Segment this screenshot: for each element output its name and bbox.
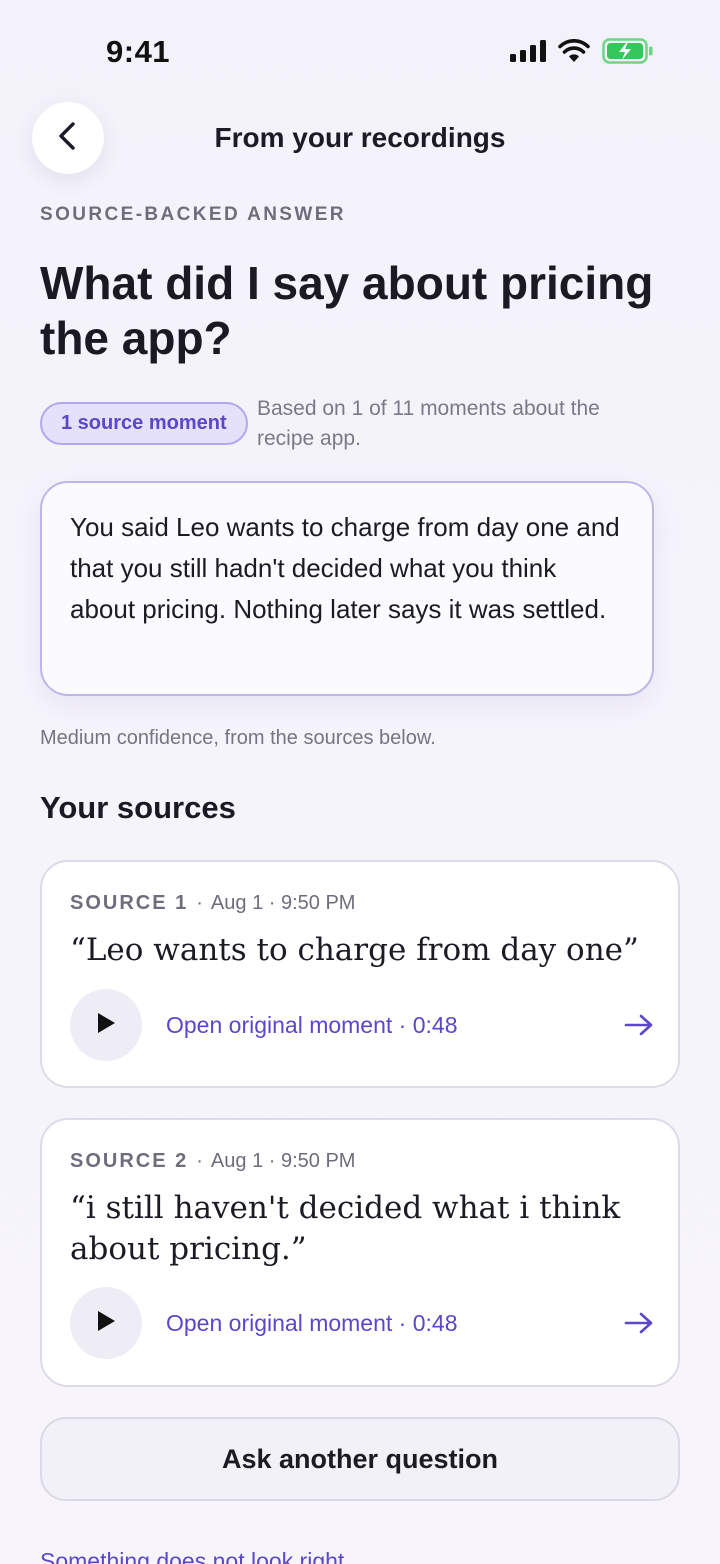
- source-card-1: SOURCE 1 · Aug 1 · 9:50 PM “Leo wants to c…: [40, 860, 680, 1088]
- eyebrow-label: SOURCE-BACKED ANSWER: [40, 204, 346, 225]
- source-timestamp: Aug 1 · 9:50 PM: [210, 892, 356, 914]
- status-time: 9:41: [106, 34, 171, 69]
- sources-heading: Your sources: [40, 790, 236, 825]
- confidence-note: Medium confidence, from the sources belo…: [40, 727, 436, 749]
- open-moment-label[interactable]: Open original moment · 0:48: [166, 1310, 624, 1337]
- open-moment-button[interactable]: Open original moment · 0:48: [70, 989, 654, 1061]
- answer-text: You said Leo wants to charge from day on…: [70, 512, 620, 624]
- meta-separator: ·: [196, 1150, 203, 1172]
- question-heading: What did I say about pricing the app?: [40, 257, 654, 364]
- wifi-icon: [558, 39, 590, 68]
- source-card-2: SOURCE 2 · Aug 1 · 9:50 PM “i still haven'…: [40, 1118, 680, 1387]
- cellular-signal-icon: [510, 40, 546, 67]
- source-count-badge[interactable]: 1 source moment: [40, 402, 248, 445]
- meta-description: Based on 1 of 11 moments about the recip…: [257, 397, 600, 450]
- play-button[interactable]: [70, 989, 142, 1061]
- play-icon: [95, 1011, 117, 1040]
- battery-icon: [602, 38, 654, 69]
- source-quote: “Leo wants to charge from day one”: [70, 932, 639, 968]
- meta-separator: ·: [196, 892, 203, 914]
- arrow-right-icon[interactable]: [624, 1013, 654, 1037]
- page-title: From your recordings: [214, 122, 506, 153]
- source-timestamp: Aug 1 · 9:50 PM: [210, 1150, 356, 1172]
- source-meta: SOURCE 1 · Aug 1 · 9:50 PM: [70, 892, 355, 915]
- arrow-right-icon[interactable]: [624, 1311, 654, 1335]
- ask-another-question-button[interactable]: Ask another question: [40, 1417, 680, 1501]
- source-quote: “i still haven't decided what i think ab…: [70, 1190, 621, 1267]
- source-label: SOURCE 2: [70, 1150, 189, 1172]
- source-label: SOURCE 1: [70, 892, 189, 914]
- status-icons: [510, 38, 654, 69]
- answer-card: You said Leo wants to charge from day on…: [40, 481, 654, 696]
- report-issue-link[interactable]: Something does not look right: [40, 1548, 344, 1564]
- source-meta: SOURCE 2 · Aug 1 · 9:50 PM: [70, 1150, 355, 1173]
- play-button[interactable]: [70, 1287, 142, 1359]
- status-bar: 9:41: [0, 0, 720, 100]
- nav-bar: From your recordings: [0, 100, 720, 176]
- play-icon: [95, 1309, 117, 1338]
- open-moment-button[interactable]: Open original moment · 0:48: [70, 1287, 654, 1359]
- open-moment-label[interactable]: Open original moment · 0:48: [166, 1012, 624, 1039]
